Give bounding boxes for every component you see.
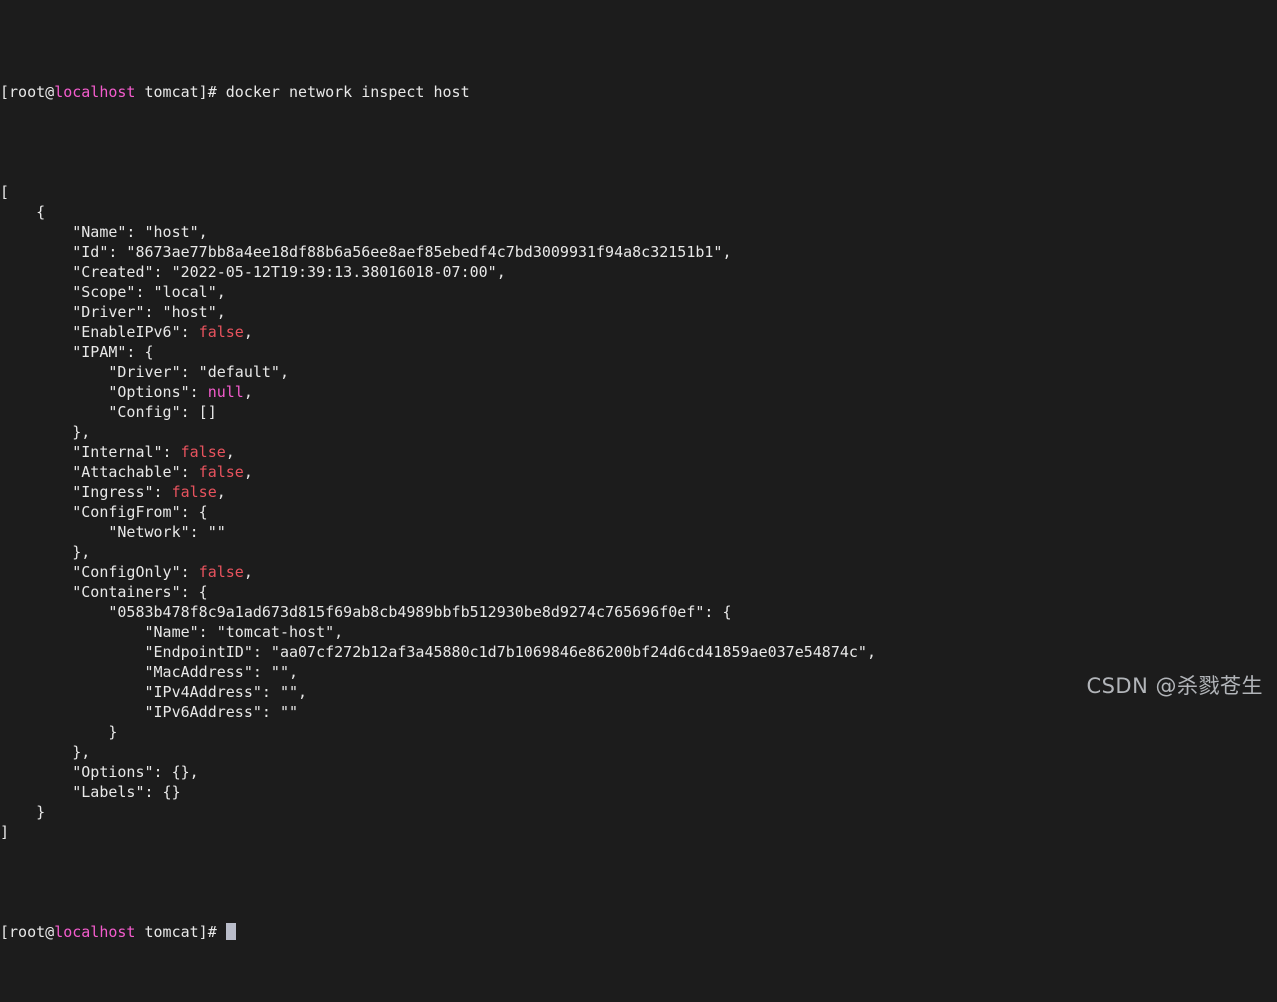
terminal-output-line: "Labels": {} xyxy=(0,782,1277,802)
terminal-output-line: "Attachable": false, xyxy=(0,462,1277,482)
terminal-output-line: "Containers": { xyxy=(0,582,1277,602)
terminal-output-line: }, xyxy=(0,422,1277,442)
terminal-output-line: "ConfigFrom": { xyxy=(0,502,1277,522)
terminal-output-line: "Options": {}, xyxy=(0,762,1277,782)
terminal-prompt-line-final: [root@localhost tomcat]# xyxy=(0,922,1277,942)
json-boolean-literal: false xyxy=(198,463,244,481)
prompt-prefix: [root@ xyxy=(0,923,55,941)
output-text: , xyxy=(243,383,253,401)
terminal-output-line: "Driver": "default", xyxy=(0,362,1277,382)
terminal-output: [ { "Name": "host", "Id": "8673ae77bb8a4… xyxy=(0,182,1277,842)
csdn-watermark: CSDN @杀戮苍生 xyxy=(1086,674,1263,698)
terminal-output-line: [ xyxy=(0,182,1277,202)
terminal-output-line: "Ingress": false, xyxy=(0,482,1277,502)
output-text: "Attachable": xyxy=(0,463,199,481)
terminal-output-line: "Name": "host", xyxy=(0,222,1277,242)
terminal-output-line: "Id": "8673ae77bb8a4ee18df88b6a56ee8aef8… xyxy=(0,242,1277,262)
terminal-output-line: "Driver": "host", xyxy=(0,302,1277,322)
output-text: "Containers": { xyxy=(0,583,208,601)
json-boolean-literal: false xyxy=(198,323,244,341)
output-text: "Internal": xyxy=(0,443,181,461)
output-text: "ConfigFrom": { xyxy=(0,503,208,521)
json-boolean-literal: false xyxy=(180,443,226,461)
output-text: "Driver": "host", xyxy=(0,303,226,321)
output-text: , xyxy=(225,443,235,461)
terminal-output-line: } xyxy=(0,722,1277,742)
prompt-suffix: tomcat]# xyxy=(135,83,226,101)
terminal-output-line: "Config": [] xyxy=(0,402,1277,422)
output-text: }, xyxy=(0,543,91,561)
output-text: , xyxy=(216,483,226,501)
output-text: , xyxy=(243,563,253,581)
output-text: "Created": "2022-05-12T19:39:13.38016018… xyxy=(0,263,506,281)
output-text: "Config": [] xyxy=(0,403,217,421)
terminal-output-line: "IPAM": { xyxy=(0,342,1277,362)
output-text: "Options": {}, xyxy=(0,763,199,781)
output-text: } xyxy=(0,803,46,821)
terminal-output-line: { xyxy=(0,202,1277,222)
terminal-output-line: "Internal": false, xyxy=(0,442,1277,462)
prompt-suffix: tomcat]# xyxy=(135,923,226,941)
prompt-hostname: localhost xyxy=(54,923,136,941)
output-text: "Ingress": xyxy=(0,483,172,501)
terminal-output-line: "EndpointID": "aa07cf272b12af3a45880c1d7… xyxy=(0,642,1277,662)
output-text: "Labels": {} xyxy=(0,783,181,801)
terminal-output-line: "Network": "" xyxy=(0,522,1277,542)
output-text: }, xyxy=(0,423,91,441)
terminal-output-line: "MacAddress": "", xyxy=(0,662,1277,682)
terminal-command: docker network inspect host xyxy=(225,83,470,101)
terminal-output-line: "Options": null, xyxy=(0,382,1277,402)
terminal-output-line: "Scope": "local", xyxy=(0,282,1277,302)
output-text: { xyxy=(0,203,46,221)
output-text: "IPv4Address": "", xyxy=(0,683,308,701)
output-text: } xyxy=(0,723,118,741)
output-text: "ConfigOnly": xyxy=(0,563,199,581)
json-boolean-literal: false xyxy=(171,483,217,501)
text-cursor xyxy=(225,923,236,940)
output-text: "Driver": "default", xyxy=(0,363,289,381)
terminal-window[interactable]: [root@localhost tomcat]# docker network … xyxy=(0,0,1277,941)
output-text: "Options": xyxy=(0,383,208,401)
output-text: "EnableIPv6": xyxy=(0,323,199,341)
terminal-output-line: "0583b478f8c9a1ad673d815f69ab8cb4989bbfb… xyxy=(0,602,1277,622)
output-text: ] xyxy=(0,823,10,841)
output-text: "0583b478f8c9a1ad673d815f69ab8cb4989bbfb… xyxy=(0,603,732,621)
output-text: "Network": "" xyxy=(0,523,226,541)
json-boolean-literal: false xyxy=(198,563,244,581)
terminal-output-line: "IPv6Address": "" xyxy=(0,702,1277,722)
prompt-hostname: localhost xyxy=(54,83,136,101)
output-text: , xyxy=(243,463,253,481)
json-null-literal: null xyxy=(207,383,244,401)
terminal-output-line: "ConfigOnly": false, xyxy=(0,562,1277,582)
output-text: "Scope": "local", xyxy=(0,283,226,301)
output-text: "EndpointID": "aa07cf272b12af3a45880c1d7… xyxy=(0,643,876,661)
terminal-output-line: "IPv4Address": "", xyxy=(0,682,1277,702)
terminal-output-line: }, xyxy=(0,742,1277,762)
terminal-output-line: } xyxy=(0,802,1277,822)
output-text: [ xyxy=(0,183,10,201)
output-text: "MacAddress": "", xyxy=(0,663,299,681)
terminal-prompt-line: [root@localhost tomcat]# docker network … xyxy=(0,82,1277,102)
terminal-output-line: "Created": "2022-05-12T19:39:13.38016018… xyxy=(0,262,1277,282)
output-text: }, xyxy=(0,743,91,761)
terminal-output-line: "Name": "tomcat-host", xyxy=(0,622,1277,642)
output-text: "IPv6Address": "" xyxy=(0,703,299,721)
prompt-prefix: [root@ xyxy=(0,83,55,101)
terminal-output-line: }, xyxy=(0,542,1277,562)
output-text: "Id": "8673ae77bb8a4ee18df88b6a56ee8aef8… xyxy=(0,243,732,261)
output-text: "IPAM": { xyxy=(0,343,154,361)
terminal-output-line: "EnableIPv6": false, xyxy=(0,322,1277,342)
output-text: "Name": "tomcat-host", xyxy=(0,623,344,641)
output-text: "Name": "host", xyxy=(0,223,208,241)
output-text: , xyxy=(243,323,253,341)
terminal-output-line: ] xyxy=(0,822,1277,842)
